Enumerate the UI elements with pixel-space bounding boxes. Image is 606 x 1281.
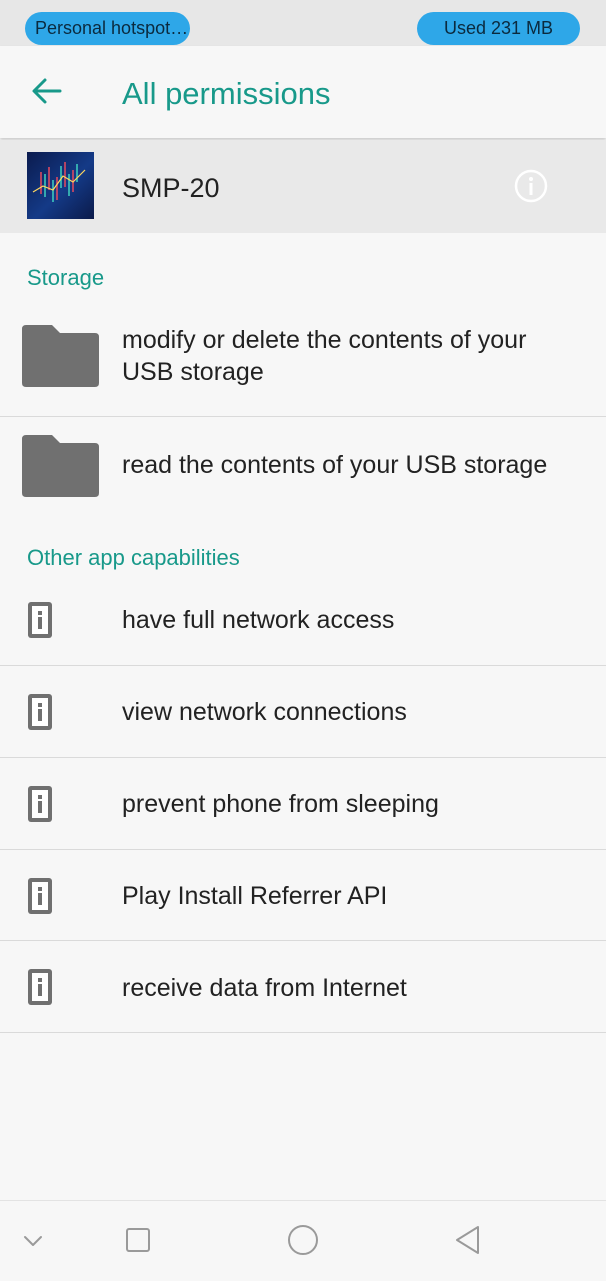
permission-label: have full network access: [122, 606, 395, 634]
chevron-down-icon[interactable]: [16, 1223, 50, 1257]
permission-label: prevent phone from sleeping: [122, 790, 439, 818]
hotspot-pill[interactable]: Personal hotspot…: [25, 12, 190, 45]
permission-label: receive data from Internet: [122, 974, 407, 1002]
app-header: SMP-20: [0, 140, 606, 233]
data-usage-pill[interactable]: Used 231 MB: [417, 12, 580, 45]
page-title: All permissions: [122, 76, 331, 111]
back-triangle-icon[interactable]: [451, 1223, 485, 1257]
app-name: SMP-20: [122, 173, 220, 203]
info-icon: [28, 878, 52, 914]
info-icon: [28, 602, 52, 638]
permission-label: modify or delete the contents of your US…: [122, 326, 527, 386]
app-icon: [27, 152, 94, 219]
status-bar: Personal hotspot… Used 231 MB: [0, 0, 606, 46]
permission-row[interactable]: receive data from Internet: [0, 941, 606, 1033]
info-icon: [28, 969, 52, 1005]
permission-row[interactable]: view network connections: [0, 666, 606, 758]
permission-row[interactable]: prevent phone from sleeping: [0, 758, 606, 850]
info-circle-icon[interactable]: [514, 169, 548, 203]
permission-row[interactable]: read the contents of your USB storage: [0, 417, 606, 518]
permission-row[interactable]: Play Install Referrer API: [0, 850, 606, 941]
section-header-other: Other app capabilities: [27, 545, 240, 570]
info-icon: [28, 694, 52, 730]
folder-icon: [22, 325, 99, 387]
permission-label: view network connections: [122, 698, 407, 726]
arrow-back-icon[interactable]: [30, 74, 64, 108]
permission-label: Play Install Referrer API: [122, 882, 388, 910]
folder-icon: [22, 435, 99, 497]
permission-row[interactable]: modify or delete the contents of your US…: [0, 307, 606, 417]
app-bar: All permissions: [0, 46, 606, 138]
info-icon: [28, 786, 52, 822]
recents-square-icon[interactable]: [121, 1223, 155, 1257]
permission-row[interactable]: have full network access: [0, 575, 606, 666]
navigation-bar: [0, 1200, 606, 1281]
section-header-storage: Storage: [27, 265, 105, 290]
permission-label: read the contents of your USB storage: [122, 451, 548, 479]
home-circle-icon[interactable]: [286, 1223, 320, 1257]
